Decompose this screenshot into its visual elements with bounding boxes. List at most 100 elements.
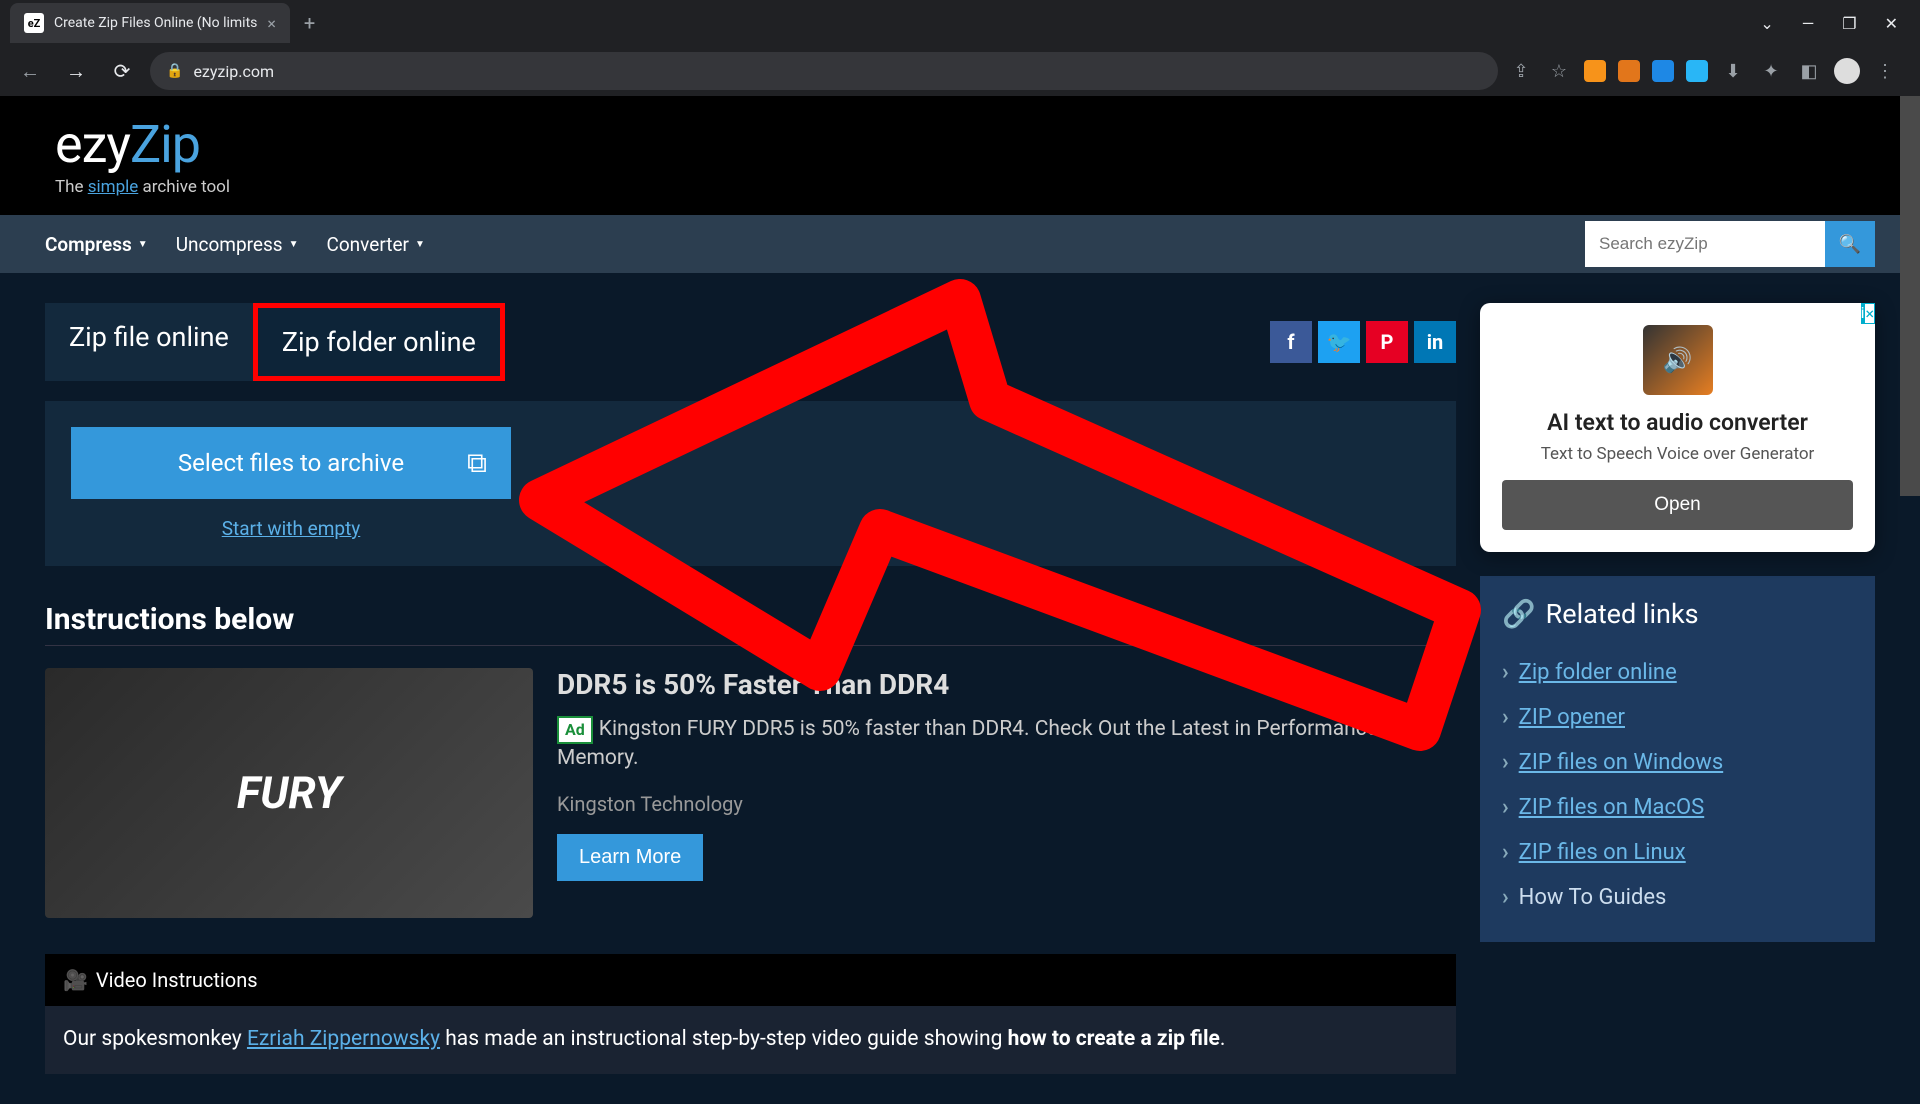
close-window-icon[interactable]: ✕ xyxy=(1885,14,1898,33)
related-links: 🔗 Related links Zip folder online ZIP op… xyxy=(1480,576,1875,942)
extension-icon-3[interactable] xyxy=(1652,60,1674,82)
ad-description: AdKingston FURY DDR5 is 50% faster than … xyxy=(557,715,1456,774)
site-header: ezyZip The simple archive tool xyxy=(0,96,1920,215)
reload-button[interactable]: ⟳ xyxy=(104,53,140,89)
sidebar-ad-image: 🔊 xyxy=(1643,325,1713,395)
tagline-post: archive tool xyxy=(138,177,230,197)
tab-zip-folder[interactable]: Zip folder online xyxy=(253,303,505,381)
main-nav: Compress ▼ Uncompress ▼ Converter▼ 🔍 xyxy=(0,215,1920,273)
social-share: f 🐦 P in xyxy=(1270,321,1456,363)
url-input[interactable]: 🔒 ezyzip.com xyxy=(150,52,1498,90)
video-header-text: Video Instructions xyxy=(96,968,258,992)
related-item: ZIP files on MacOS xyxy=(1502,785,1853,830)
search-input[interactable] xyxy=(1585,221,1825,267)
related-link-zip-folder[interactable]: Zip folder online xyxy=(1519,660,1677,685)
related-link-zip-linux[interactable]: ZIP files on Linux xyxy=(1519,840,1686,865)
related-title-text: Related links xyxy=(1546,598,1699,630)
page-tabs: Zip file online Zip folder online xyxy=(45,303,505,381)
nav-left: Compress ▼ Uncompress ▼ Converter▼ xyxy=(45,233,425,256)
page-body: ezyZip The simple archive tool Compress ▼… xyxy=(0,96,1920,1104)
close-icon[interactable]: × xyxy=(267,14,276,33)
sidebar-ad[interactable]: i× 🔊 AI text to audio converter Text to … xyxy=(1480,303,1875,552)
tagline-simple: simple xyxy=(88,177,139,197)
related-item: ZIP files on Windows xyxy=(1502,740,1853,785)
twitter-icon[interactable]: 🐦 xyxy=(1318,321,1360,363)
video-icon: 🎥 xyxy=(63,968,88,992)
browser-tab[interactable]: eZ Create Zip Files Online (No limits × xyxy=(10,3,290,43)
logo-text-1: ezy xyxy=(55,114,130,175)
sidebar-ad-button[interactable]: Open xyxy=(1502,480,1853,530)
tab-zip-file[interactable]: Zip file online xyxy=(45,303,253,381)
chevron-down-icon: ▼ xyxy=(415,239,425,250)
window-controls: ⌄ — ❐ ✕ xyxy=(1738,0,1920,47)
site-logo[interactable]: ezyZip xyxy=(55,114,1865,175)
sidebar: i× 🔊 AI text to audio converter Text to … xyxy=(1480,303,1875,1074)
tab-title: Create Zip Files Online (No limits xyxy=(54,15,257,31)
search-button[interactable]: 🔍 xyxy=(1825,221,1875,267)
video-text-pre: Our spokesmonkey xyxy=(63,1027,247,1051)
ad-marker[interactable]: i× xyxy=(1861,303,1875,324)
toolbar-right: ⇪ ☆ ⬇ ✦ ◧ ⋮ xyxy=(1508,58,1908,84)
ad-close-icon[interactable]: × xyxy=(1864,303,1875,324)
nav-converter[interactable]: Converter▼ xyxy=(326,233,424,256)
extension-icon-4[interactable] xyxy=(1686,60,1708,82)
share-icon[interactable]: ⇪ xyxy=(1508,58,1534,84)
search-wrap: 🔍 xyxy=(1585,221,1875,267)
related-item: Zip folder online xyxy=(1502,650,1853,695)
download-icon[interactable]: ⬇ xyxy=(1720,58,1746,84)
related-link-zip-macos[interactable]: ZIP files on MacOS xyxy=(1519,795,1705,820)
bookmark-icon[interactable]: ☆ xyxy=(1546,58,1572,84)
menu-icon[interactable]: ⋮ xyxy=(1872,58,1898,84)
tagline: The simple archive tool xyxy=(55,177,1865,197)
nav-compress[interactable]: Compress ▼ xyxy=(45,233,148,256)
forward-button[interactable]: → xyxy=(58,53,94,89)
related-link-howto[interactable]: How To Guides xyxy=(1519,885,1667,910)
nav-label: Uncompress xyxy=(176,233,283,256)
address-bar: ← → ⟳ 🔒 ezyzip.com ⇪ ☆ ⬇ ✦ ◧ ⋮ xyxy=(0,46,1920,96)
video-text-strong: how to create a zip file xyxy=(1008,1027,1220,1051)
ad-brand: Kingston Technology xyxy=(557,792,1456,816)
start-empty-link[interactable]: Start with empty xyxy=(71,517,511,540)
ad-close-icon[interactable]: × xyxy=(1438,664,1456,682)
ad-info-icon[interactable]: i xyxy=(1420,664,1438,682)
restore-icon[interactable]: ❐ xyxy=(1842,14,1856,33)
nav-uncompress[interactable]: Uncompress ▼ xyxy=(176,233,299,256)
scrollbar[interactable] xyxy=(1900,96,1920,496)
select-files-button[interactable]: Select files to archive ⧉ xyxy=(71,427,511,499)
back-button[interactable]: ← xyxy=(12,53,48,89)
link-icon: 🔗 xyxy=(1502,598,1536,630)
panel-icon[interactable]: ◧ xyxy=(1796,58,1822,84)
ad-marker[interactable]: i× xyxy=(1420,664,1456,682)
ad-badge: Ad xyxy=(557,716,593,744)
chevron-down-icon: ▼ xyxy=(289,239,299,250)
sidebar-ad-subtitle: Text to Speech Voice over Generator xyxy=(1502,444,1853,464)
pinterest-icon[interactable]: P xyxy=(1366,321,1408,363)
profile-avatar[interactable] xyxy=(1834,58,1860,84)
tabs-row: Zip file online Zip folder online f 🐦 P … xyxy=(45,303,1456,381)
inline-ad[interactable]: i× DDR5 is 50% Faster Than DDR4 AdKingst… xyxy=(45,660,1456,926)
select-files-label: Select files to archive xyxy=(178,449,404,477)
extensions-icon[interactable]: ✦ xyxy=(1758,58,1784,84)
video-instructions-header: 🎥 Video Instructions xyxy=(45,954,1456,1006)
video-instructions-body: Our spokesmonkey Ezriah Zippernowsky has… xyxy=(45,1006,1456,1074)
dropbox-icon[interactable]: ⧉ xyxy=(467,446,487,480)
ad-image[interactable] xyxy=(45,668,533,918)
ad-title: DDR5 is 50% Faster Than DDR4 xyxy=(557,668,1456,701)
ad-cta-button[interactable]: Learn More xyxy=(557,834,703,881)
nav-label: Compress xyxy=(45,233,132,256)
ad-text: DDR5 is 50% Faster Than DDR4 AdKingston … xyxy=(557,668,1456,918)
facebook-icon[interactable]: f xyxy=(1270,321,1312,363)
linkedin-icon[interactable]: in xyxy=(1414,321,1456,363)
favicon: eZ xyxy=(24,13,44,33)
new-tab-button[interactable]: + xyxy=(304,11,315,35)
extension-icon-1[interactable] xyxy=(1584,60,1606,82)
video-author-link[interactable]: Ezriah Zippernowsky xyxy=(247,1027,440,1051)
extension-icon-2[interactable] xyxy=(1618,60,1640,82)
window-dropdown-icon[interactable]: ⌄ xyxy=(1760,14,1773,33)
browser-chrome: eZ Create Zip Files Online (No limits × … xyxy=(0,0,1920,96)
minimize-icon[interactable]: — xyxy=(1802,14,1815,33)
related-link-zip-opener[interactable]: ZIP opener xyxy=(1519,705,1625,730)
chevron-down-icon: ▼ xyxy=(138,239,148,250)
related-link-zip-windows[interactable]: ZIP files on Windows xyxy=(1519,750,1724,775)
search-icon: 🔍 xyxy=(1839,234,1861,255)
